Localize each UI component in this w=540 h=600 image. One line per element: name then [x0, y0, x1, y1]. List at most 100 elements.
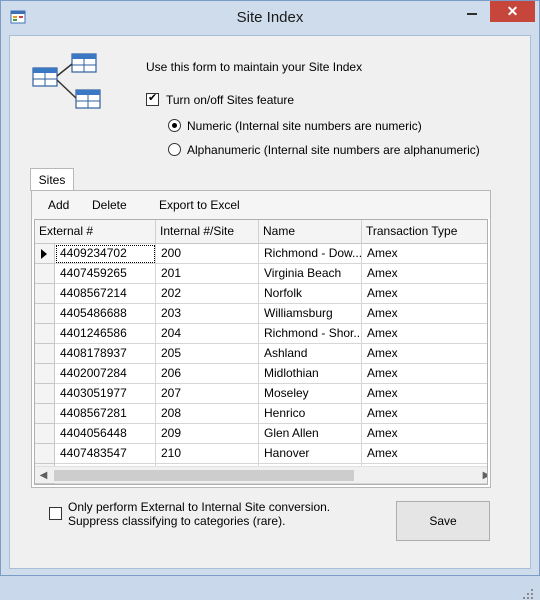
table-cell[interactable]: Amex [362, 304, 487, 324]
table-cell[interactable]: 4407459265 [55, 264, 156, 284]
table-cell[interactable]: 4407483547 [55, 444, 156, 464]
conversion-only-checkbox[interactable] [49, 507, 62, 520]
title-bar[interactable]: Site Index ✕ [1, 1, 539, 35]
table-cell[interactable]: Richmond - Dow... [259, 244, 362, 264]
table-cell[interactable]: 4404056448 [55, 424, 156, 444]
scroll-left-icon[interactable]: ◀ [35, 467, 52, 484]
table-row[interactable]: 4402007284 206 Midlothian Amex [35, 364, 487, 384]
table-cell[interactable]: Amex [362, 284, 487, 304]
conversion-label-line1: Only perform External to Internal Site c… [68, 500, 331, 514]
table-cell[interactable]: Amex [362, 444, 487, 464]
row-header[interactable] [35, 364, 55, 384]
table-cell[interactable]: 203 [156, 304, 259, 324]
grid-header: External # Internal #/Site Name Transact… [35, 220, 487, 244]
table-cell[interactable]: 207 [156, 384, 259, 404]
add-button[interactable]: Add [48, 198, 69, 212]
table-cell[interactable]: 4408178937 [55, 344, 156, 364]
table-cell[interactable]: 209 [156, 424, 259, 444]
table-cell[interactable]: 206 [156, 364, 259, 384]
numeric-radio[interactable] [168, 119, 181, 132]
table-row[interactable]: 4407459265 201 Virginia Beach Amex [35, 264, 487, 284]
table-cell[interactable]: Richmond - Shor... [259, 324, 362, 344]
table-cell[interactable]: Amex [362, 384, 487, 404]
table-cell[interactable]: Midlothian [259, 364, 362, 384]
intro-text: Use this form to maintain your Site Inde… [146, 60, 363, 74]
row-header[interactable] [35, 404, 55, 424]
sites-grid[interactable]: External # Internal #/Site Name Transact… [34, 219, 488, 485]
delete-button[interactable]: Delete [92, 198, 127, 212]
table-row[interactable]: 4408567281 208 Henrico Amex [35, 404, 487, 424]
table-row[interactable]: 4404056448 209 Glen Allen Amex [35, 424, 487, 444]
table-cell[interactable]: 4408567214 [55, 284, 156, 304]
row-header[interactable] [35, 344, 55, 364]
table-cell[interactable]: Amex [362, 424, 487, 444]
table-cell[interactable]: 208 [156, 404, 259, 424]
resize-grip-icon[interactable] [522, 588, 534, 600]
site-index-window: Site Index ✕ Use this form to maintain y… [0, 0, 540, 599]
tab-sites[interactable]: Sites [30, 168, 74, 191]
table-cell[interactable]: Williamsburg [259, 304, 362, 324]
horizontal-scrollbar[interactable]: ◀ ▶ [35, 466, 487, 484]
horizontal-scroll-thumb[interactable] [54, 470, 354, 481]
table-cell[interactable]: 201 [156, 264, 259, 284]
row-header[interactable] [35, 324, 55, 344]
numeric-radio-label[interactable]: Numeric (Internal site numbers are numer… [187, 119, 422, 133]
save-button[interactable]: Save [396, 501, 490, 541]
row-header[interactable] [35, 304, 55, 324]
table-row[interactable]: 4401246586 204 Richmond - Shor... Amex [35, 324, 487, 344]
column-header-transaction-type[interactable]: Transaction Type [362, 220, 487, 244]
row-header[interactable] [35, 384, 55, 404]
site-index-logo-icon [32, 53, 101, 109]
row-header[interactable] [35, 244, 55, 264]
table-row[interactable]: 4408567214 202 Norfolk Amex [35, 284, 487, 304]
export-excel-button[interactable]: Export to Excel [159, 198, 240, 212]
close-icon[interactable]: ✕ [490, 1, 535, 22]
table-cell[interactable]: 204 [156, 324, 259, 344]
table-cell[interactable]: Norfolk [259, 284, 362, 304]
table-row[interactable]: 4405486688 203 Williamsburg Amex [35, 304, 487, 324]
table-row[interactable]: 4408178937 205 Ashland Amex [35, 344, 487, 364]
alphanumeric-radio[interactable] [168, 143, 181, 156]
table-cell[interactable]: Amex [362, 364, 487, 384]
table-cell[interactable]: 4401246586 [55, 324, 156, 344]
row-header[interactable] [35, 424, 55, 444]
table-cell[interactable]: 202 [156, 284, 259, 304]
table-cell[interactable]: Amex [362, 344, 487, 364]
sites-tab-page: Add Delete Export to Excel External # In… [31, 190, 491, 488]
table-cell[interactable]: 200 [156, 244, 259, 264]
table-cell[interactable]: Virginia Beach [259, 264, 362, 284]
table-cell[interactable]: Amex [362, 404, 487, 424]
table-cell[interactable]: Amex [362, 264, 487, 284]
table-cell[interactable]: Amex [362, 324, 487, 344]
table-cell[interactable]: 4402007284 [55, 364, 156, 384]
table-row[interactable]: 4409234702 200 Richmond - Dow... Amex [35, 244, 487, 264]
row-header[interactable] [35, 284, 55, 304]
table-cell[interactable]: Ashland [259, 344, 362, 364]
table-row[interactable]: 4407483547 210 Hanover Amex [35, 444, 487, 464]
table-cell[interactable]: Hanover [259, 444, 362, 464]
table-cell[interactable]: 4409234702 [55, 244, 156, 264]
column-header-external[interactable]: External # [35, 220, 156, 244]
table-cell[interactable]: 4405486688 [55, 304, 156, 324]
table-cell[interactable]: Glen Allen [259, 424, 362, 444]
sites-feature-checkbox[interactable] [146, 92, 159, 106]
scroll-right-icon[interactable]: ▶ [478, 467, 487, 484]
table-cell[interactable]: Henrico [259, 404, 362, 424]
table-cell[interactable]: Moseley [259, 384, 362, 404]
table-cell[interactable]: Amex [362, 244, 487, 264]
alphanumeric-radio-label[interactable]: Alphanumeric (Internal site numbers are … [187, 143, 480, 157]
row-header[interactable] [35, 444, 55, 464]
table-cell[interactable]: 4403051977 [55, 384, 156, 404]
conversion-only-label[interactable]: Only perform External to Internal Site c… [68, 500, 330, 528]
table-row[interactable]: 4403051977 207 Moseley Amex [35, 384, 487, 404]
minimize-icon[interactable] [459, 1, 485, 21]
table-cell[interactable]: 205 [156, 344, 259, 364]
column-header-internal[interactable]: Internal #/Site [156, 220, 259, 244]
row-pointer-icon [41, 249, 47, 259]
table-cell[interactable]: 4408567281 [55, 404, 156, 424]
column-header-name[interactable]: Name [259, 220, 362, 244]
row-header[interactable] [35, 264, 55, 284]
conversion-label-line2: Suppress classifying to categories (rare… [68, 514, 286, 528]
table-cell[interactable]: 210 [156, 444, 259, 464]
sites-feature-label[interactable]: Turn on/off Sites feature [166, 93, 294, 107]
